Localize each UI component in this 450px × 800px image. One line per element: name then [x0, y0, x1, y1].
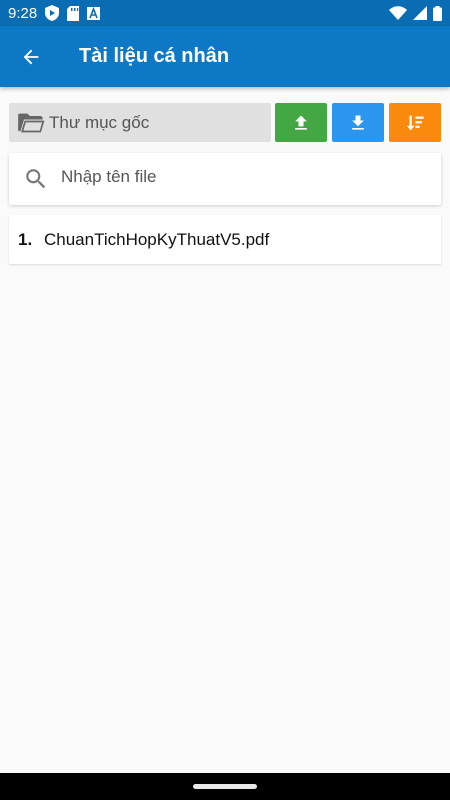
- file-index: 1.: [18, 229, 33, 249]
- upload-button[interactable]: [275, 103, 327, 142]
- font-a-icon: [87, 6, 101, 20]
- folder-open-icon: [18, 113, 45, 132]
- home-gesture-handle[interactable]: [193, 784, 257, 789]
- page-title: Tài liệu cá nhân: [79, 45, 230, 67]
- app-bar: Tài liệu cá nhân: [0, 26, 450, 87]
- toolbar: Thư mục gốc: [9, 103, 441, 142]
- sort-button[interactable]: [389, 103, 441, 142]
- status-right: [389, 5, 442, 21]
- sort-icon: [406, 115, 424, 130]
- download-icon: [352, 115, 364, 130]
- shield-play-icon: [45, 5, 60, 21]
- signal-icon: [413, 6, 427, 20]
- download-button[interactable]: [332, 103, 384, 142]
- wifi-icon: [389, 6, 407, 20]
- folder-label: Thư mục gốc: [49, 112, 150, 132]
- file-name: ChuanTichHopKyThuatV5.pdf: [44, 229, 270, 249]
- file-list: 1. ChuanTichHopKyThuatV5.pdf: [9, 215, 441, 264]
- back-button[interactable]: [3, 29, 59, 85]
- battery-icon: [433, 5, 442, 21]
- status-bar: 9:28: [0, 0, 450, 26]
- sd-card-icon: [67, 5, 80, 21]
- status-time: 9:28: [8, 4, 38, 22]
- search-input[interactable]: [61, 167, 411, 187]
- status-left: 9:28: [8, 4, 101, 22]
- search-bar: [9, 153, 441, 205]
- navigation-bar: [0, 773, 450, 800]
- search-icon: [26, 169, 46, 189]
- arrow-back-icon: [23, 49, 39, 64]
- upload-icon: [295, 115, 307, 130]
- list-item[interactable]: 1. ChuanTichHopKyThuatV5.pdf: [9, 215, 441, 264]
- folder-selector[interactable]: Thư mục gốc: [9, 103, 271, 142]
